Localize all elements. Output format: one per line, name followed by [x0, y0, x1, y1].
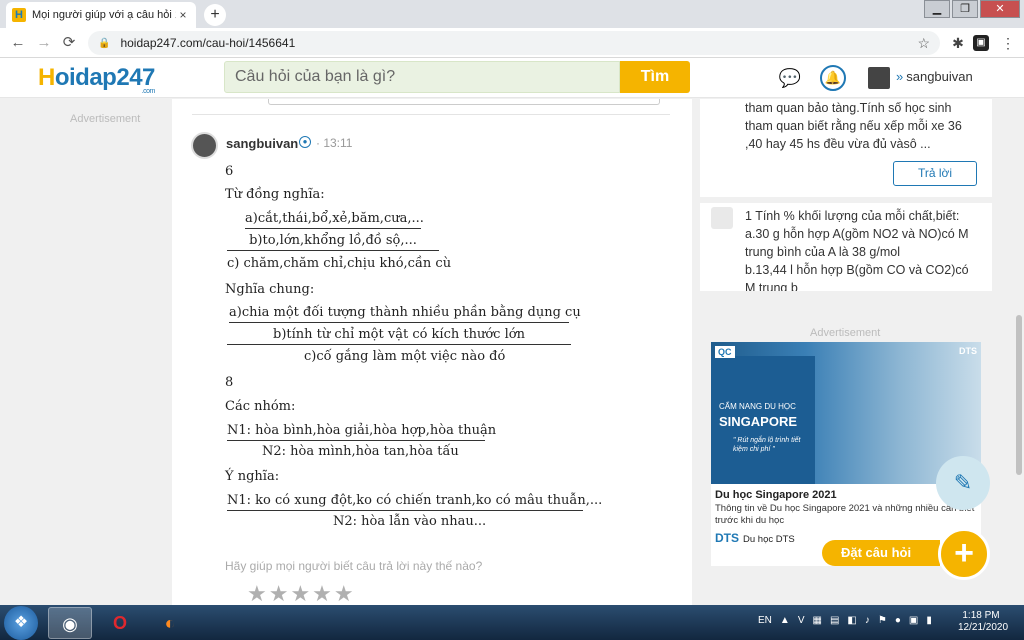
lock-icon: 🔒 [98, 37, 111, 49]
answer-line: N1: ko có xung đột,ko có chiến tranh,ko … [227, 494, 602, 511]
ad-qc-badge: QC [715, 346, 735, 358]
related-question-text[interactable]: 1 Tính % khối lượng của mỗi chất,biết: a… [745, 207, 980, 291]
ad-description: Thông tin về Du học Singapore 2021 và nh… [715, 503, 975, 526]
ad-tagline: " Rút ngắn lộ trình tiết kiệm chi phí " [733, 437, 801, 453]
related-question-text[interactable]: tham quan bảo tàng.Tính số học sinh tham… [745, 99, 980, 153]
site-header: Hoidap247 .com Câu hỏi của bạn là gì? Tìm… [0, 58, 1024, 98]
firefox-taskbar-icon[interactable]: ◐ [148, 607, 192, 639]
ad-brand-logo: DTS [715, 531, 739, 545]
answer-line: N1: hòa bình,hòa giải,hòa hợp,hòa thuận [227, 424, 496, 441]
ad-dts-corner: DTS [959, 346, 977, 356]
answer-line: b)to,lớn,khổng lồ,đồ sộ,... [227, 234, 439, 251]
advertisement-banner[interactable]: QC DTS CẨM NANG DU HỌC SINGAPORE " Rút n… [711, 342, 981, 566]
tray-app-icon[interactable]: V [798, 615, 805, 626]
answer-line: Các nhóm: [225, 399, 296, 414]
system-clock[interactable]: 1:18 PM 12/21/2020 [958, 610, 1008, 634]
maximize-button[interactable]: ❐ [952, 0, 978, 18]
user-avatar[interactable] [868, 67, 890, 89]
ad-cam-nang: CẨM NANG DU HỌC [719, 402, 796, 411]
forward-button[interactable]: → [34, 33, 54, 53]
tray-app-icon[interactable]: ▤ [830, 615, 839, 626]
tray-app-icon[interactable]: ▣ [909, 615, 918, 626]
answer-card: sangbuivan ● · 13:11 6 Từ đồng nghĩa: a)… [172, 99, 692, 605]
tab-close-icon[interactable]: × [176, 8, 190, 22]
new-tab-button[interactable]: + [204, 4, 226, 26]
tray-app-icon[interactable]: ◧ [847, 615, 856, 626]
reply-button[interactable]: Trả lời [893, 161, 977, 186]
advertisement-label: Advertisement [810, 327, 881, 339]
ad-singapore: SINGAPORE [719, 414, 798, 429]
page-scrollbar[interactable] [1014, 99, 1024, 605]
tray-app-icon[interactable]: ▦ [812, 615, 821, 626]
answer-line: Ý nghĩa: [225, 469, 280, 484]
browser-menu-icon[interactable]: ⋮ [998, 33, 1018, 53]
reload-button[interactable]: ⟳ [59, 33, 79, 53]
windows-taskbar: ❖ ◉ O ◐ EN ▲ V ▦ ▤ ◧ ♪ ⚑ ● ▣ ▮ 1:18 PM 1… [0, 605, 1024, 640]
bookmark-star-icon[interactable]: ☆ [917, 35, 930, 52]
scrollbar-thumb[interactable] [1016, 315, 1022, 475]
ask-question-button[interactable]: Đặt câu hỏi [822, 540, 940, 566]
answer-line: N2: hòa mình,hòa tan,hòa tấu [262, 444, 459, 459]
chrome-taskbar-icon[interactable]: ◉ [48, 607, 92, 639]
extensions-puzzle-icon[interactable]: ✱ [948, 33, 968, 53]
browser-tab[interactable]: H Mọi người giúp với ạ câu hỏi 145 × [6, 2, 196, 28]
ad-title[interactable]: Du học Singapore 2021 [715, 489, 837, 501]
ad-image[interactable]: QC DTS CẨM NANG DU HỌC SINGAPORE " Rút n… [711, 342, 981, 484]
ad-brand: Du học DTS [743, 534, 795, 545]
page-content: Advertisement sangbuivan ● · 13:11 6 Từ … [0, 99, 1014, 605]
extension-icon[interactable]: ▣ [973, 35, 989, 51]
answer-line: 6 [225, 164, 234, 179]
answer-line: Từ đồng nghĩa: [225, 187, 325, 202]
user-chevron-icon: » [896, 69, 904, 84]
language-indicator[interactable]: EN [758, 615, 772, 626]
answer-line: c) chăm,chăm chỉ,chịu khó,cần cù [227, 256, 452, 271]
system-tray: EN ▲ V ▦ ▤ ◧ ♪ ⚑ ● ▣ ▮ [758, 615, 932, 626]
search-input[interactable]: Câu hỏi của bạn là gì? [224, 61, 620, 93]
close-window-button[interactable]: ✕ [980, 0, 1020, 18]
related-question-card[interactable]: tham quan bảo tàng.Tính số học sinh tham… [700, 99, 992, 197]
tray-arrow-icon[interactable]: ▲ [780, 615, 790, 626]
opera-taskbar-icon[interactable]: O [98, 607, 142, 639]
site-logo[interactable]: Hoidap247 .com [38, 64, 155, 95]
chat-icon[interactable]: 💬 [778, 66, 802, 90]
address-bar[interactable]: 🔒 hoidap247.com/cau-hoi/1456641 ☆ [88, 31, 940, 55]
browser-toolbar: ← → ⟳ 🔒 hoidap247.com/cau-hoi/1456641 ☆ … [0, 28, 1024, 58]
rating-question: Hãy giúp mọi người biết câu trả lời này … [225, 559, 483, 573]
search-button[interactable]: Tìm [620, 61, 690, 93]
answer-line: b)tính từ chỉ một vật có kích thước lớn [227, 328, 571, 345]
network-icon[interactable]: ▮ [926, 615, 932, 626]
answer-avatar[interactable] [191, 132, 218, 159]
answer-line: a)cắt,thái,bổ,xẻ,băm,cưa,... [245, 212, 424, 229]
tray-app-icon[interactable]: ● [895, 615, 901, 626]
advertisement-label: Advertisement [70, 113, 141, 125]
comment-textarea[interactable] [268, 99, 660, 105]
window-controls: ▁ ❐ ✕ [924, 0, 1020, 20]
notification-bell-icon[interactable]: 🔔 [820, 65, 846, 91]
answer-line: c)cố gắng làm một việc nào đó [304, 349, 506, 364]
back-button[interactable]: ← [8, 33, 28, 53]
minimize-button[interactable]: ▁ [924, 0, 950, 18]
answer-line: a)chia một đối tượng thành nhiều phần bằ… [229, 306, 581, 323]
header-username[interactable]: » sangbuivan [896, 69, 973, 84]
related-question-card[interactable]: 1 Tính % khối lượng của mỗi chất,biết: a… [700, 203, 992, 291]
rating-stars[interactable]: ★★★★★ [247, 581, 356, 605]
answer-line: N2: hòa lẫn vào nhau... [333, 514, 487, 529]
answer-line: 8 [225, 375, 234, 390]
url-text: hoidap247.com/cau-hoi/1456641 [120, 36, 296, 50]
verified-badge-icon: ● [299, 136, 311, 148]
answer-line: Nghĩa chung: [225, 282, 315, 297]
start-button[interactable]: ❖ [4, 606, 38, 640]
answer-time: · 13:11 [316, 136, 353, 150]
flag-icon[interactable]: ⚑ [878, 615, 887, 626]
volume-icon[interactable]: ♪ [865, 615, 870, 626]
ask-question-plus-button[interactable]: + [938, 528, 990, 580]
note-check-icon[interactable]: ✎ [936, 456, 990, 510]
browser-tab-strip: H Mọi người giúp với ạ câu hỏi 145 × + ▁… [0, 0, 1024, 28]
question-avatar [711, 207, 733, 229]
tab-title: Mọi người giúp với ạ câu hỏi 145 [32, 9, 176, 21]
answer-username[interactable]: sangbuivan [226, 136, 298, 151]
site-favicon-icon: H [12, 8, 26, 22]
